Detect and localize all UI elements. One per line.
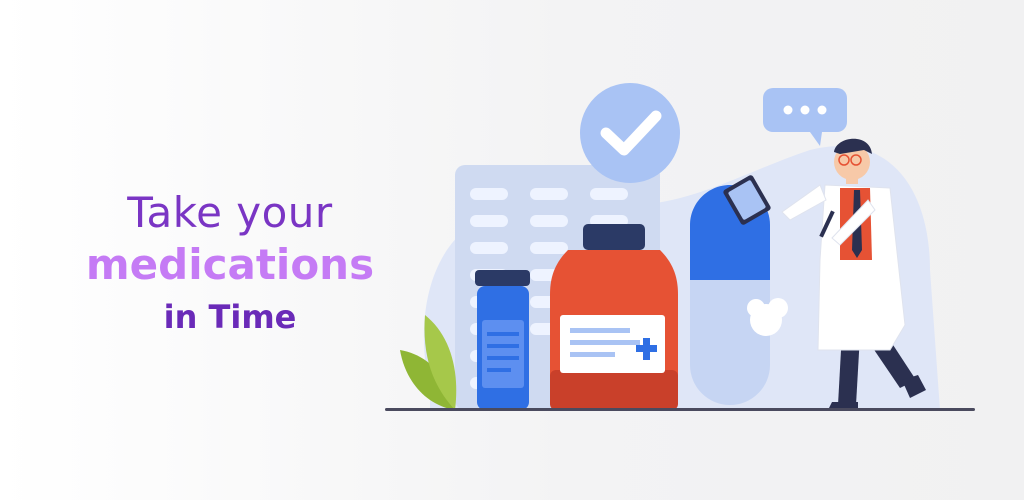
headline: Take your medications in Time	[40, 188, 420, 340]
chat-dots-icon	[763, 88, 847, 146]
headline-line-2: medications	[85, 240, 375, 290]
ground-line	[385, 408, 975, 411]
large-medicine-bottle	[550, 224, 678, 410]
check-icon	[580, 83, 680, 183]
headline-line-3: in Time	[163, 297, 297, 336]
headline-line-1: Take your	[127, 188, 333, 237]
medication-illustration	[385, 83, 975, 411]
small-medicine-bottle	[475, 270, 530, 410]
